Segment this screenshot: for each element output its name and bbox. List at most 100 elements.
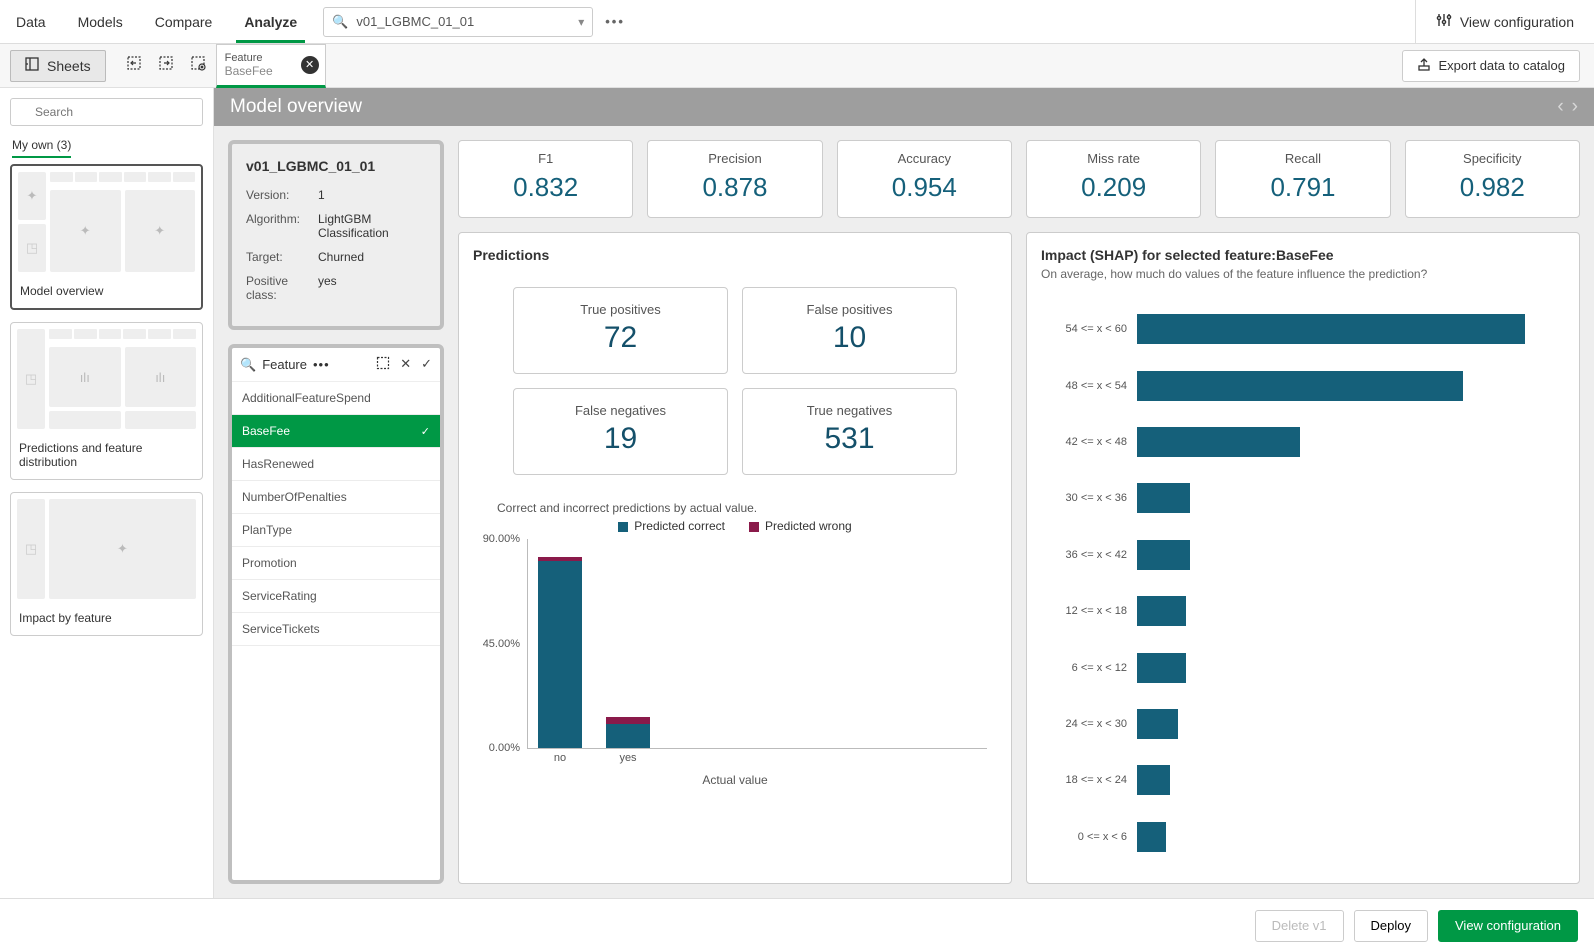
panel-icon — [25, 57, 39, 74]
feature-item[interactable]: NumberOfPenalties — [232, 481, 440, 514]
confusion-label: True positives — [514, 302, 727, 317]
feature-filter-label: Feature — [262, 357, 307, 372]
confusion-cell: True negatives531 — [742, 388, 957, 475]
sheets-label: Sheets — [47, 58, 91, 74]
model-summary-card: v01_LGBMC_01_01 Version:1 Algorithm:Ligh… — [228, 140, 444, 330]
sheet-thumb-label: Predictions and feature distribution — [11, 435, 202, 479]
shap-category: 30 <= x < 36 — [1047, 492, 1127, 504]
kv-key: Algorithm: — [246, 212, 318, 240]
metric-label: Precision — [648, 151, 821, 166]
footer-actions: Delete v1 Deploy View configuration — [0, 898, 1594, 952]
shap-category: 18 <= x < 24 — [1047, 774, 1127, 786]
kv-key: Target: — [246, 250, 318, 264]
page-title-bar: Model overview ‹ › — [214, 88, 1594, 126]
feature-item[interactable]: BaseFee — [232, 415, 440, 448]
sheet-thumb-impact-by-feature[interactable]: ◳ ✦ Impact by feature — [10, 492, 203, 636]
model-selector[interactable]: 🔍 v01_LGBMC_01_01 ▾ — [323, 7, 593, 37]
view-configuration-top[interactable]: View configuration — [1415, 0, 1594, 43]
feature-item[interactable]: HasRenewed — [232, 448, 440, 481]
selection-clear-icon[interactable] — [190, 55, 206, 76]
sheets-sidebar: My own (3) ✦ ◳ ✦ ✦ Model overview — [0, 88, 214, 898]
search-input[interactable] — [10, 98, 203, 126]
shap-row: 42 <= x < 48 — [1047, 423, 1545, 461]
shap-row: 36 <= x < 42 — [1047, 536, 1545, 574]
shap-track — [1137, 653, 1545, 683]
more-icon[interactable]: ••• — [313, 357, 330, 372]
ytick: 45.00% — [476, 638, 520, 650]
feature-item[interactable]: Promotion — [232, 547, 440, 580]
feature-item[interactable]: ServiceTickets — [232, 613, 440, 646]
selection-tools — [116, 55, 216, 76]
more-menu-button[interactable]: ••• — [605, 14, 625, 29]
search-icon[interactable]: 🔍 — [240, 357, 256, 373]
bar-segment — [538, 561, 582, 748]
metric-label: Accuracy — [838, 151, 1011, 166]
confusion-label: True negatives — [743, 403, 956, 418]
metric-label: F1 — [459, 151, 632, 166]
metric-value: 0.791 — [1216, 172, 1389, 203]
shap-subtitle: On average, how much do values of the fe… — [1041, 267, 1565, 281]
shap-row: 54 <= x < 60 — [1047, 310, 1545, 348]
shap-title: Impact (SHAP) for selected feature:BaseF… — [1041, 247, 1565, 263]
bar-segment — [606, 724, 650, 748]
shap-bar — [1137, 483, 1190, 513]
my-own-header[interactable]: My own (3) — [12, 138, 71, 158]
bar-group — [538, 557, 582, 748]
feature-item[interactable]: AdditionalFeatureSpend — [232, 382, 440, 415]
selection-chip-feature[interactable]: Feature BaseFee ✕ — [216, 44, 326, 88]
kv-key: Positive class: — [246, 274, 318, 302]
prev-sheet-button[interactable]: ‹ — [1557, 96, 1563, 118]
sheets-button[interactable]: Sheets — [10, 50, 106, 82]
selection-back-icon[interactable] — [126, 55, 142, 76]
next-sheet-button[interactable]: › — [1572, 96, 1578, 118]
bar-segment — [606, 717, 650, 724]
sheet-thumb-label: Impact by feature — [11, 605, 202, 635]
export-data-label: Export data to catalog — [1439, 58, 1565, 73]
shap-category: 12 <= x < 18 — [1047, 605, 1127, 617]
shap-bar — [1137, 765, 1170, 795]
sheet-thumb-model-overview[interactable]: ✦ ◳ ✦ ✦ Model overview — [10, 164, 203, 310]
feature-item[interactable]: PlanType — [232, 514, 440, 547]
metrics-row: F10.832Precision0.878Accuracy0.954Miss r… — [458, 140, 1580, 218]
metric-card: Accuracy0.954 — [837, 140, 1012, 218]
confusion-cell: True positives72 — [513, 287, 728, 374]
metric-label: Miss rate — [1027, 151, 1200, 166]
confusion-value: 19 — [514, 422, 727, 456]
shap-panel: Impact (SHAP) for selected feature:BaseF… — [1026, 232, 1580, 884]
close-icon[interactable]: ✕ — [301, 56, 319, 74]
cancel-icon[interactable]: ✕ — [400, 356, 411, 373]
tab-compare[interactable]: Compare — [139, 0, 229, 43]
metric-card: Recall 0.791 — [1215, 140, 1390, 218]
tab-models[interactable]: Models — [62, 0, 139, 43]
model-selector-value: v01_LGBMC_01_01 — [356, 14, 474, 29]
legend-correct: Predicted correct — [618, 519, 725, 533]
feature-list: AdditionalFeatureSpendBaseFeeHasRenewedN… — [232, 382, 440, 880]
predictions-legend: Predicted correct Predicted wrong — [473, 519, 997, 533]
shap-category: 54 <= x < 60 — [1047, 323, 1127, 335]
shap-row: 24 <= x < 30 — [1047, 705, 1545, 743]
tab-analyze[interactable]: Analyze — [228, 0, 313, 43]
predictions-title: Predictions — [473, 247, 997, 263]
confirm-icon[interactable]: ✓ — [421, 356, 432, 373]
export-data-button[interactable]: Export data to catalog — [1402, 50, 1580, 82]
model-summary-title: v01_LGBMC_01_01 — [246, 158, 426, 174]
tab-data[interactable]: Data — [0, 0, 62, 43]
shap-category: 0 <= x < 6 — [1047, 831, 1127, 843]
sheet-thumb-label: Model overview — [12, 278, 201, 308]
shap-bar — [1137, 709, 1178, 739]
deploy-button[interactable]: Deploy — [1354, 910, 1428, 942]
metric-value: 0.832 — [459, 172, 632, 203]
selection-tool-icon[interactable] — [376, 356, 390, 373]
shap-category: 42 <= x < 48 — [1047, 436, 1127, 448]
metric-card: Miss rate0.209 — [1026, 140, 1201, 218]
xlabel: no — [554, 752, 566, 764]
shap-track — [1137, 371, 1545, 401]
shap-bar — [1137, 822, 1166, 852]
metric-label: Specificity — [1406, 151, 1579, 166]
feature-item[interactable]: ServiceRating — [232, 580, 440, 613]
view-configuration-button[interactable]: View configuration — [1438, 910, 1578, 942]
metric-label: Recall — [1216, 151, 1389, 166]
selection-forward-icon[interactable] — [158, 55, 174, 76]
sheet-thumb-predictions-distribution[interactable]: ◳ ılı ılı Predictions and feature distri… — [10, 322, 203, 480]
shap-category: 24 <= x < 30 — [1047, 718, 1127, 730]
